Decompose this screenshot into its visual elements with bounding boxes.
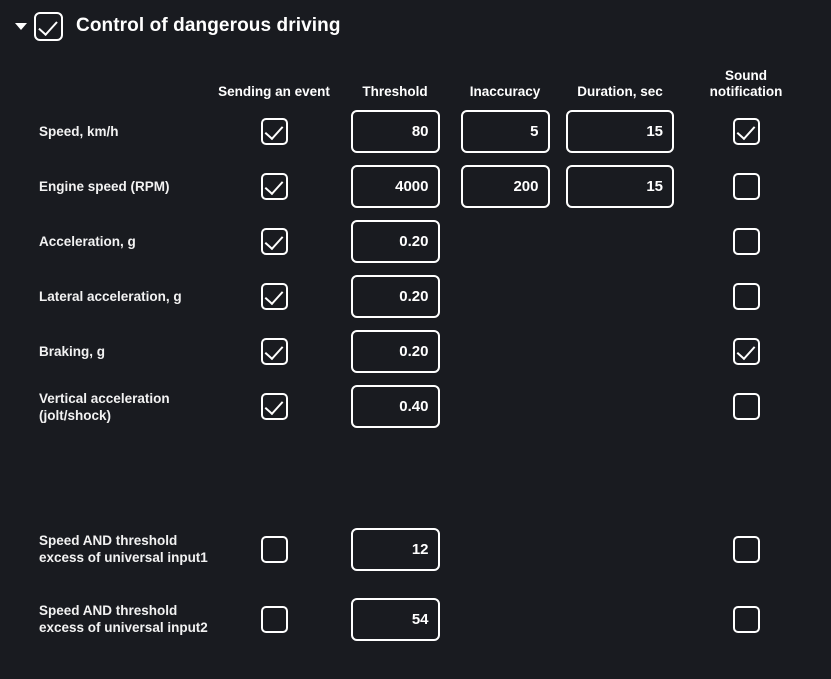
- table-row: Engine speed (RPM): [0, 159, 831, 214]
- sound-notification-checkbox[interactable]: [732, 228, 760, 255]
- inaccuracy-input[interactable]: [460, 110, 550, 153]
- chevron-down-icon[interactable]: [8, 13, 34, 39]
- sending-event-checkbox[interactable]: [260, 283, 288, 310]
- table-header-row: Sending an event Threshold Inaccuracy Du…: [0, 52, 831, 104]
- page-title: Control of dangerous driving: [76, 15, 341, 36]
- duration-empty: [566, 275, 674, 318]
- duration-empty: [566, 528, 674, 571]
- table-row: Vertical acceleration (jolt/shock): [0, 379, 831, 434]
- duration-empty: [566, 598, 674, 641]
- inaccuracy-empty: [461, 528, 550, 571]
- inaccuracy-empty: [461, 385, 550, 428]
- sending-event-checkbox[interactable]: [260, 338, 288, 365]
- row-label: Acceleration, g: [39, 234, 136, 249]
- row-label: Vertical acceleration (jolt/shock): [39, 390, 170, 423]
- threshold-input[interactable]: [350, 110, 440, 153]
- chevron-down-glyph: [15, 22, 27, 30]
- sending-event-checkbox[interactable]: [260, 393, 288, 420]
- inaccuracy-empty: [461, 330, 550, 373]
- inaccuracy-input[interactable]: [460, 165, 550, 208]
- inaccuracy-empty: [461, 275, 550, 318]
- table-row: Speed, km/h: [0, 104, 831, 159]
- row-label: Speed AND threshold excess of universal …: [39, 533, 208, 565]
- sending-event-checkbox[interactable]: [260, 605, 288, 633]
- sound-notification-checkbox[interactable]: [732, 283, 760, 310]
- table-row: Speed AND threshold excess of universal …: [0, 514, 831, 584]
- table-row: Lateral acceleration, g: [0, 269, 831, 324]
- threshold-input[interactable]: [350, 527, 440, 571]
- duration-empty: [566, 330, 674, 373]
- inaccuracy-empty: [461, 598, 550, 641]
- threshold-input[interactable]: [350, 220, 440, 263]
- sending-event-checkbox[interactable]: [260, 228, 288, 255]
- header-inaccuracy: Inaccuracy: [469, 84, 541, 99]
- header-sound-line1: Sound: [725, 68, 767, 83]
- sending-event-checkbox[interactable]: [260, 173, 288, 200]
- inaccuracy-empty: [461, 220, 550, 263]
- header-threshold: Threshold: [362, 84, 428, 99]
- threshold-input[interactable]: [350, 385, 440, 428]
- section-header: Control of dangerous driving: [0, 0, 831, 52]
- dangerous-driving-table: Sending an event Threshold Inaccuracy Du…: [0, 52, 831, 654]
- sound-notification-checkbox[interactable]: [732, 118, 760, 145]
- table-row: Speed AND threshold excess of universal …: [0, 584, 831, 654]
- section-enable-checkbox[interactable]: [34, 11, 63, 41]
- duration-input[interactable]: [566, 110, 674, 153]
- table-row: Acceleration, g: [0, 214, 831, 269]
- table-row: Braking, g: [0, 324, 831, 379]
- header-sending-an-event: Sending an event: [218, 84, 330, 99]
- sound-notification-checkbox[interactable]: [732, 393, 760, 420]
- row-label: Speed, km/h: [39, 124, 119, 139]
- sound-notification-checkbox[interactable]: [732, 173, 760, 200]
- duration-empty: [566, 385, 674, 428]
- duration-empty: [566, 220, 674, 263]
- table-spacer: [0, 434, 831, 514]
- header-duration: Duration, sec: [577, 84, 663, 99]
- duration-input[interactable]: [566, 165, 674, 208]
- threshold-input[interactable]: [350, 165, 440, 208]
- header-sound-notification: Sound notification: [680, 68, 812, 100]
- threshold-input[interactable]: [350, 597, 440, 641]
- sending-event-checkbox[interactable]: [260, 118, 288, 145]
- row-label: Braking, g: [39, 344, 106, 359]
- threshold-input[interactable]: [350, 330, 440, 373]
- sound-notification-checkbox[interactable]: [732, 338, 760, 365]
- sound-notification-checkbox[interactable]: [732, 535, 760, 563]
- sending-event-checkbox[interactable]: [260, 535, 288, 563]
- threshold-input[interactable]: [350, 275, 440, 318]
- row-label: Engine speed (RPM): [39, 179, 170, 194]
- header-sound-line2: notification: [709, 84, 783, 99]
- row-label: Speed AND threshold excess of universal …: [39, 603, 208, 635]
- row-label: Lateral acceleration, g: [39, 289, 182, 304]
- sound-notification-checkbox[interactable]: [732, 605, 760, 633]
